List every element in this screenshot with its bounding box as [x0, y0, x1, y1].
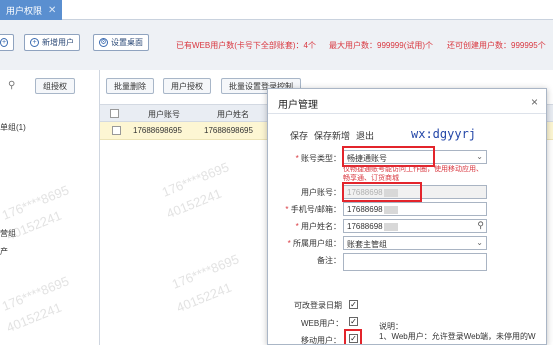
row-checkbox[interactable]: [112, 126, 121, 135]
save-button[interactable]: 保存: [290, 129, 308, 142]
blurred-digits: [383, 222, 398, 231]
web-user-label: WEB用户：: [301, 319, 344, 328]
stat-can-create: 还可创建用户数：999995个: [447, 41, 546, 50]
user-grant-button[interactable]: 用户授权: [163, 78, 211, 94]
change-date-checkbox[interactable]: ✓: [349, 300, 358, 309]
plus-circle-icon: +: [30, 38, 39, 47]
tree-item-group[interactable]: 单组(1): [0, 122, 26, 133]
phone-email-label: * 手机号/邮箱：: [285, 205, 341, 214]
dialog-title: 用户管理: [278, 100, 318, 111]
cell-account: 17688698695: [133, 126, 182, 135]
highlight-box: [342, 146, 435, 167]
tab-user-permissions[interactable]: 用户权限 ✕: [0, 0, 63, 20]
cell-name: 17688698695: [204, 126, 253, 135]
user-group-select[interactable]: 账套主管组 ⌄: [343, 236, 487, 250]
change-date-label: 可改登录日期: [294, 301, 342, 310]
column-header-name[interactable]: 用户姓名: [217, 109, 249, 120]
tab-label: 用户权限: [6, 5, 43, 16]
user-group-value: 账套主管组: [347, 240, 387, 249]
blurred-digits: [383, 205, 398, 214]
user-account-label: 用户账号：: [301, 188, 341, 197]
chevron-down-icon: ⌄: [476, 152, 483, 161]
select-all-checkbox[interactable]: [110, 109, 119, 118]
note-line: 1、Web用户：允许登录Web端，未停用的W: [379, 332, 536, 341]
set-desktop-label: 设置桌面: [111, 38, 143, 47]
user-name-label: * 用户姓名：: [295, 222, 341, 231]
search-icon[interactable]: ⚲: [8, 80, 15, 91]
stat-max-users: 最大用户数：999999(试用)个: [329, 41, 434, 50]
dialog-actions: 保存 保存新增 退出: [290, 129, 374, 142]
save-new-button[interactable]: 保存新增: [314, 129, 350, 142]
search-icon[interactable]: ⚲: [477, 220, 484, 231]
stat-web-users: 已有WEB用户数(卡号下全部账套)：4个: [176, 41, 316, 50]
phone-email-input[interactable]: 17688698: [343, 202, 487, 216]
web-user-checkbox[interactable]: ✓: [349, 317, 358, 326]
remark-label: 备注：: [317, 256, 341, 265]
batch-delete-button[interactable]: 批量删除: [106, 78, 154, 94]
gear-icon: ⚙: [99, 38, 108, 47]
remark-input[interactable]: [343, 253, 487, 271]
add-user-label: 新增用户: [42, 38, 74, 47]
note-title: 说明：: [379, 322, 403, 331]
column-header-account[interactable]: 用户账号: [148, 109, 180, 120]
highlight-box: [342, 182, 422, 202]
user-name-input[interactable]: 17688698 ⚲: [343, 219, 487, 233]
phone-email-value: 17688698: [347, 205, 383, 214]
chevron-down-icon: ⌄: [476, 238, 483, 247]
dialog-header: 用户管理 ×: [268, 89, 546, 114]
plus-circle-icon: +: [0, 38, 8, 47]
close-icon[interactable]: ✕: [48, 5, 56, 16]
tree-item-group[interactable]: 产: [0, 246, 8, 257]
user-group-label: * 所属用户组：: [287, 239, 341, 248]
note-block: 说明： 1、Web用户：允许登录Web端，未停用的W: [379, 322, 536, 342]
add-user-button[interactable]: + 新增用户: [24, 34, 80, 51]
account-type-label: * 账号类型：: [295, 154, 341, 163]
mobile-user-label: 移动用户：: [301, 336, 341, 345]
user-management-dialog: 用户管理 × 保存 保存新增 退出 wx:dgyyrj * 账号类型： 畅捷通账…: [267, 88, 547, 345]
close-icon[interactable]: ×: [531, 95, 538, 109]
exit-button[interactable]: 退出: [356, 129, 374, 142]
annotation-text: wx:dgyyrj: [411, 127, 477, 141]
account-type-hint: 仅畅捷通账号能访问工作圈，使用移动应用、畅享通、订货商城: [343, 166, 483, 182]
toolbar-button-partial[interactable]: +: [0, 34, 14, 51]
user-name-value: 17688698: [347, 222, 383, 231]
set-desktop-button[interactable]: ⚙ 设置桌面: [93, 34, 149, 51]
group-grant-button[interactable]: 组授权: [35, 78, 75, 94]
tab-bar: 用户权限 ✕: [0, 0, 553, 20]
highlight-box: [344, 329, 362, 344]
toolbar: + + 新增用户 ⚙ 设置桌面 已有WEB用户数(卡号下全部账套)：4个 最大用…: [0, 30, 553, 54]
